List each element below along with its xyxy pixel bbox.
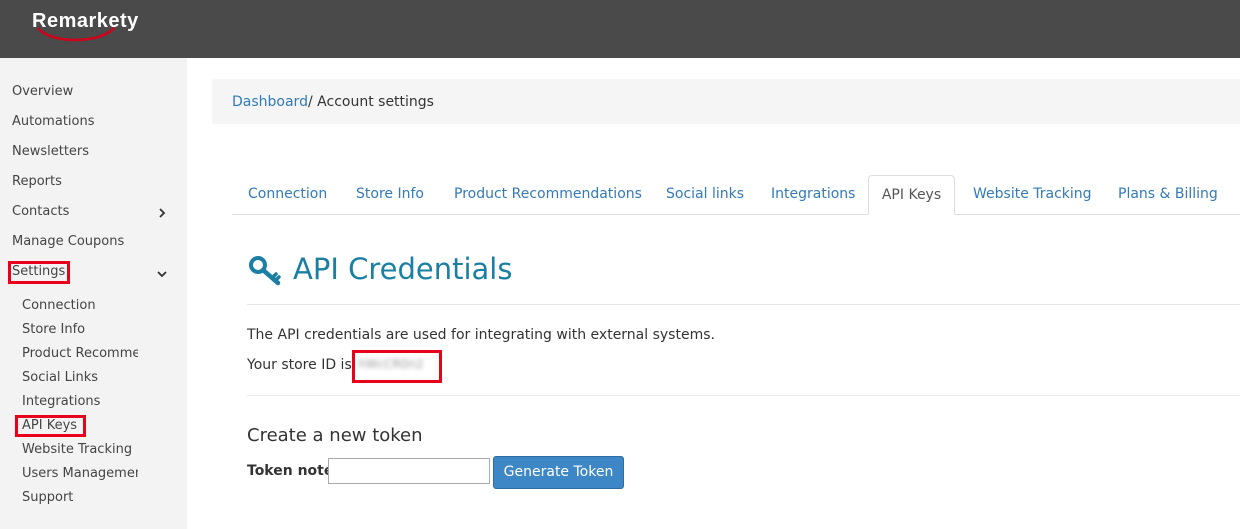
sidebar-item-manage-coupons[interactable]: Manage Coupons xyxy=(12,234,124,249)
tab-integrations[interactable]: Integrations xyxy=(771,175,855,215)
api-description: The API credentials are used for integra… xyxy=(247,327,715,343)
sidebar-subitem-store-info[interactable]: Store Info xyxy=(22,322,138,337)
generate-token-button[interactable]: Generate Token xyxy=(493,456,624,489)
tab-product-recommendations[interactable]: Product Recommendations xyxy=(454,175,642,215)
top-bar: Remarkety xyxy=(0,0,1240,58)
chevron-down-icon[interactable] xyxy=(157,269,167,279)
sidebar-item-settings[interactable]: Settings xyxy=(12,264,65,279)
brand-logo[interactable]: Remarkety xyxy=(32,10,139,33)
sidebar-item-automations[interactable]: Automations xyxy=(12,114,95,129)
page-title: API Credentials xyxy=(293,252,513,286)
divider xyxy=(247,304,1240,305)
sidebar-item-newsletters[interactable]: Newsletters xyxy=(12,144,89,159)
sidebar-subitem-integrations[interactable]: Integrations xyxy=(22,394,138,409)
sidebar-subitem-connection[interactable]: Connection xyxy=(22,298,138,313)
chevron-right-icon[interactable] xyxy=(157,208,167,218)
sidebar-subitem-support[interactable]: Support xyxy=(22,490,138,505)
sidebar-subitem-api-keys[interactable]: API Keys xyxy=(22,418,138,433)
sidebar-item-reports[interactable]: Reports xyxy=(12,174,62,189)
sidebar-item-overview[interactable]: Overview xyxy=(12,84,73,99)
tab-api-keys[interactable]: API Keys xyxy=(868,175,955,215)
breadcrumb-current: / Account settings xyxy=(308,94,434,110)
breadcrumb: Dashboard / Account settings xyxy=(212,79,1240,124)
tab-store-info[interactable]: Store Info xyxy=(356,175,424,215)
token-note-label: Token note: xyxy=(247,463,339,479)
divider xyxy=(247,395,1240,396)
store-id-value: hWcCR0n2 xyxy=(358,357,424,371)
tab-connection[interactable]: Connection xyxy=(248,175,327,215)
sidebar-subitem-website-tracking[interactable]: Website Tracking xyxy=(22,442,138,457)
tab-plans-billing[interactable]: Plans & Billing xyxy=(1118,175,1218,215)
tab-website-tracking[interactable]: Website Tracking xyxy=(973,175,1092,215)
sidebar-subitem-product-recommendations[interactable]: Product Recommendations xyxy=(22,346,138,361)
create-token-heading: Create a new token xyxy=(247,425,423,446)
sidebar-item-contacts[interactable]: Contacts xyxy=(12,204,69,219)
sidebar-subitem-social-links[interactable]: Social Links xyxy=(22,370,138,385)
breadcrumb-dashboard-link[interactable]: Dashboard xyxy=(232,94,308,110)
sidebar-subitem-users-management[interactable]: Users Management xyxy=(22,466,138,481)
token-note-input[interactable] xyxy=(328,458,490,484)
store-id-label: Your store ID is: xyxy=(247,357,357,373)
tab-social-links[interactable]: Social links xyxy=(666,175,744,215)
key-icon xyxy=(249,256,281,286)
